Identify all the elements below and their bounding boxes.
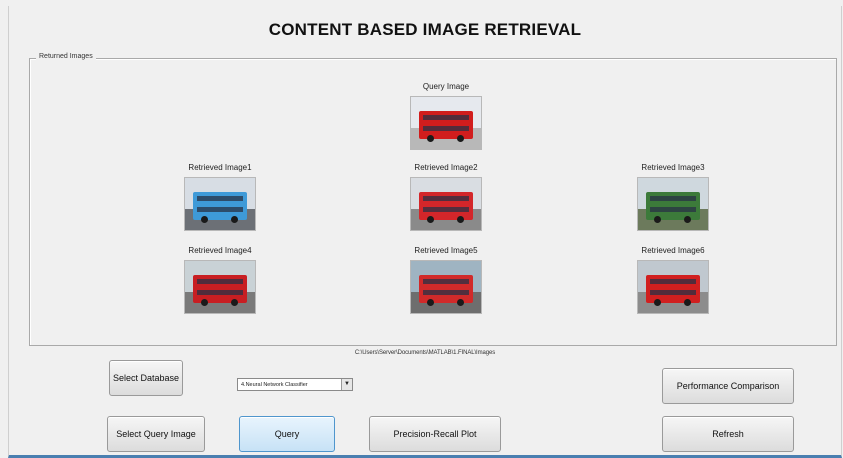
select-query-image-button[interactable]: Select Query Image (107, 416, 205, 452)
bus-window-upper (650, 196, 696, 201)
bus-window-lower (650, 207, 696, 212)
bus-window-upper (197, 279, 243, 284)
bus-wheel (654, 216, 661, 223)
bus-window-lower (197, 207, 243, 212)
bus-wheel (427, 216, 434, 223)
bus-wheel (201, 216, 208, 223)
select-database-button[interactable]: Select Database (109, 360, 183, 396)
bus-wheel (231, 216, 238, 223)
retrieved-image-label: Retrieved Image1 (188, 163, 252, 172)
select-database-label: Select Database (112, 373, 180, 383)
retrieved-image-cell: Retrieved Image5 (406, 245, 486, 314)
bus-wheel (457, 216, 464, 223)
retrieved-image-label: Retrieved Image3 (641, 163, 705, 172)
retrieved-image-label: Retrieved Image2 (414, 163, 478, 172)
returned-images-panel: Returned Images Query Image Retrieved Im… (29, 53, 837, 346)
bus-window-lower (197, 290, 243, 295)
bus-window-lower (423, 126, 469, 131)
bus-window-lower (423, 290, 469, 295)
classifier-select-value: 4.Neural Network Classifier (241, 382, 308, 388)
retrieved-image-4 (184, 260, 256, 314)
query-button[interactable]: Query (239, 416, 335, 452)
query-image-cell: Query Image (406, 81, 486, 150)
precision-recall-plot-button[interactable]: Precision-Recall Plot (369, 416, 501, 452)
bus-wheel (684, 216, 691, 223)
bus-window-upper (197, 196, 243, 201)
bus-wheel (427, 135, 434, 142)
retrieved-image-cell: Retrieved Image2 (406, 162, 486, 231)
bus-wheel (457, 299, 464, 306)
retrieved-image-label: Retrieved Image5 (414, 246, 478, 255)
bus-window-upper (423, 196, 469, 201)
retrieved-image-cell: Retrieved Image3 (633, 162, 713, 231)
retrieved-image-2 (410, 177, 482, 231)
select-query-image-label: Select Query Image (116, 429, 196, 439)
bus-wheel (231, 299, 238, 306)
query-image (410, 96, 482, 150)
retrieved-image-3 (637, 177, 709, 231)
bus-window-upper (423, 115, 469, 120)
bus-window-lower (423, 207, 469, 212)
retrieved-image-cell: Retrieved Image1 (180, 162, 260, 231)
bus-window-upper (423, 279, 469, 284)
bus-window-upper (650, 279, 696, 284)
retrieved-image-label: Retrieved Image6 (641, 246, 705, 255)
performance-comparison-button[interactable]: Performance Comparison (662, 368, 794, 404)
retrieved-image-1 (184, 177, 256, 231)
precision-recall-plot-label: Precision-Recall Plot (393, 429, 477, 439)
retrieved-image-5 (410, 260, 482, 314)
retrieved-image-label: Retrieved Image4 (188, 246, 252, 255)
dropdown-arrow-icon[interactable]: ▼ (341, 379, 352, 390)
panel-legend: Returned Images (36, 53, 96, 60)
retrieved-image-6 (637, 260, 709, 314)
bus-wheel (427, 299, 434, 306)
bus-wheel (201, 299, 208, 306)
refresh-button[interactable]: Refresh (662, 416, 794, 452)
app-title: CONTENT BASED IMAGE RETRIEVAL (268, 20, 582, 39)
main-window: CONTENT BASED IMAGE RETRIEVAL Returned I… (8, 6, 842, 458)
retrieved-image-cell: Retrieved Image4 (180, 245, 260, 314)
query-label: Query (274, 429, 300, 439)
query-image-label: Query Image (422, 82, 470, 91)
classifier-select[interactable]: 4.Neural Network Classifier ▼ (237, 378, 353, 391)
refresh-label: Refresh (712, 429, 744, 439)
bus-wheel (684, 299, 691, 306)
bus-wheel (457, 135, 464, 142)
image-folder-path: C:\Users\Server\Documents\MATLAB\1.FINAL… (354, 350, 496, 356)
retrieved-image-cell: Retrieved Image6 (633, 245, 713, 314)
bus-wheel (654, 299, 661, 306)
performance-comparison-label: Performance Comparison (676, 381, 780, 391)
bus-window-lower (650, 290, 696, 295)
